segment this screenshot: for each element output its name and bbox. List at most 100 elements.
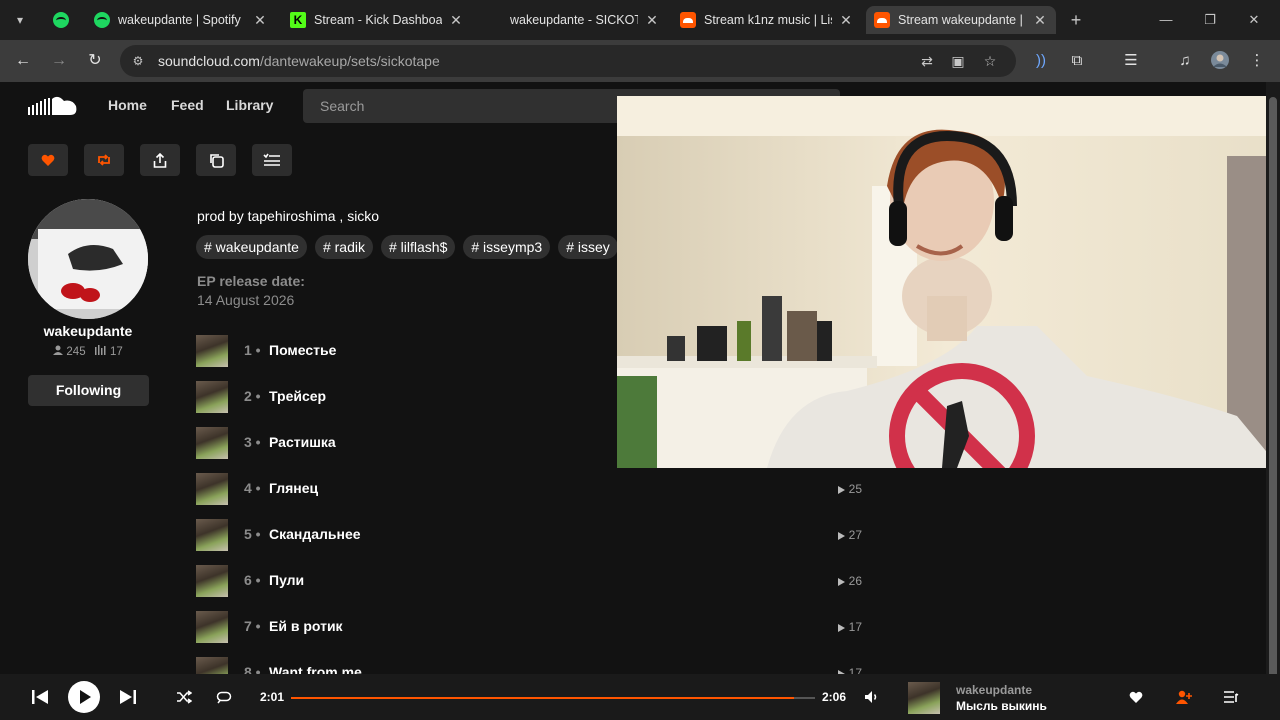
now-playing-title[interactable]: Мысль выкинь xyxy=(956,699,1047,713)
close-icon[interactable]: ✕ xyxy=(1032,12,1048,29)
shuffle-button[interactable] xyxy=(172,685,196,709)
tab-search-chevron-icon[interactable]: ▾ xyxy=(8,8,32,32)
next-track-button[interactable] xyxy=(116,685,140,709)
track-number: 6 • xyxy=(244,572,261,588)
track-artwork[interactable] xyxy=(196,611,228,643)
webcam-video xyxy=(617,96,1280,468)
nav-library[interactable]: Library xyxy=(226,97,273,113)
media-control-icon[interactable]: ♫ xyxy=(1173,50,1197,72)
tag[interactable]: # radik xyxy=(314,235,373,259)
track-title[interactable]: Глянец xyxy=(269,480,318,496)
tab-sickotape[interactable]: wakeupdante - SICKOTAPE ✕ xyxy=(478,6,668,34)
tag[interactable]: # wakeupdante xyxy=(196,235,307,259)
repost-button[interactable] xyxy=(84,144,124,176)
nav-home[interactable]: Home xyxy=(108,97,147,113)
copy-icon xyxy=(209,153,224,168)
tab-wakeupdante-active[interactable]: Stream wakeupdante | Listen ✕ xyxy=(866,6,1056,34)
track-artwork[interactable] xyxy=(196,473,228,505)
tag[interactable]: # lilflash$ xyxy=(381,235,456,259)
address-bar[interactable]: ⚙ soundcloud.com/dantewakeup/sets/sickot… xyxy=(120,45,1016,77)
scrollbar-thumb[interactable] xyxy=(1269,97,1277,692)
restore-icon[interactable]: ❐ xyxy=(1190,8,1230,32)
new-tab-plus-icon[interactable]: + xyxy=(1066,8,1086,32)
track-title[interactable]: Трейсер xyxy=(269,388,326,404)
like-button[interactable] xyxy=(28,144,68,176)
tracks-stat[interactable]: 17 xyxy=(94,345,123,358)
playlist-description: prod by tapehiroshima , sicko xyxy=(197,208,380,224)
track-title[interactable]: Растишка xyxy=(269,434,336,450)
tag[interactable]: # issey xyxy=(558,235,618,259)
play-button[interactable] xyxy=(68,681,100,713)
now-playing-artwork[interactable] xyxy=(908,682,940,714)
user-name[interactable]: wakeupdante xyxy=(28,323,148,339)
track-row[interactable]: 7 • Ей в ротик 17 xyxy=(196,611,862,643)
track-row[interactable]: 4 • Глянец 25 xyxy=(196,473,862,505)
track-artwork[interactable] xyxy=(196,657,228,674)
soundcloud-logo-icon[interactable] xyxy=(28,95,78,117)
play-count: 26 xyxy=(837,574,862,588)
track-number: 5 • xyxy=(244,526,261,542)
track-row[interactable]: 8 • Want from me 17 xyxy=(196,657,862,674)
player-like-button[interactable] xyxy=(1124,685,1148,709)
now-playing-artist[interactable]: wakeupdante xyxy=(956,683,1032,697)
minimize-icon[interactable]: — xyxy=(1146,8,1186,32)
pinned-tab-spotify[interactable] xyxy=(44,6,78,34)
close-icon[interactable]: ✕ xyxy=(252,12,268,29)
track-artwork[interactable] xyxy=(196,427,228,459)
reload-icon[interactable]: ↻ xyxy=(82,48,108,74)
queue-button[interactable] xyxy=(1219,685,1243,709)
url-host: soundcloud.com xyxy=(158,53,260,69)
heart-icon xyxy=(1129,691,1143,703)
back-arrow-icon[interactable]: ← xyxy=(10,48,36,74)
track-artwork[interactable] xyxy=(196,381,228,413)
followers-stat[interactable]: 245 xyxy=(53,345,86,358)
track-artwork[interactable] xyxy=(196,565,228,597)
translate-icon[interactable]: ⇄ xyxy=(917,52,937,70)
track-title[interactable]: Пули xyxy=(269,572,304,588)
nav-feed[interactable]: Feed xyxy=(171,97,204,113)
track-title[interactable]: Want from me xyxy=(269,664,362,674)
follow-artist-button[interactable] xyxy=(1172,685,1196,709)
bookmark-star-icon[interactable]: ☆ xyxy=(980,52,1000,70)
volume-button[interactable] xyxy=(860,685,884,709)
progress-bar[interactable] xyxy=(291,697,815,699)
track-title[interactable]: Поместье xyxy=(269,342,336,358)
track-artwork[interactable] xyxy=(196,335,228,367)
close-icon[interactable]: ✕ xyxy=(448,12,464,29)
install-app-icon[interactable]: ▣ xyxy=(948,52,968,70)
site-settings-icon[interactable]: ⚙ xyxy=(130,53,146,69)
browser-menu-icon[interactable]: ⋮ xyxy=(1245,50,1269,72)
copy-link-button[interactable] xyxy=(196,144,236,176)
following-button[interactable]: Following xyxy=(28,375,149,406)
total-time: 2:06 xyxy=(822,690,847,704)
profile-avatar-icon[interactable] xyxy=(1208,50,1232,72)
audio-playing-icon[interactable]: )) xyxy=(1029,50,1053,72)
window-close-icon[interactable]: ✕ xyxy=(1234,8,1274,32)
play-count-icon xyxy=(837,578,845,586)
tracks-icon xyxy=(94,345,106,355)
tab-kick[interactable]: K Stream - Kick Dashboard ✕ xyxy=(282,6,472,34)
page-scrollbar[interactable] xyxy=(1266,82,1280,692)
track-title[interactable]: Скандальнее xyxy=(269,526,361,542)
close-icon[interactable]: ✕ xyxy=(644,12,660,29)
user-stats: 245 17 xyxy=(28,345,148,358)
tab-spotify[interactable]: wakeupdante | Spotify ✕ xyxy=(86,6,276,34)
avatar[interactable] xyxy=(28,199,148,319)
track-row[interactable]: 6 • Пули 26 xyxy=(196,565,862,597)
add-to-queue-button[interactable] xyxy=(252,144,292,176)
reading-list-icon[interactable]: ☰ xyxy=(1119,50,1143,72)
repeat-button[interactable] xyxy=(212,685,236,709)
close-icon[interactable]: ✕ xyxy=(838,12,854,29)
track-artwork[interactable] xyxy=(196,519,228,551)
tab-k1nz[interactable]: Stream k1nz music | Listen ✕ xyxy=(672,6,862,34)
play-count-icon xyxy=(837,486,845,494)
play-count: 17 xyxy=(837,620,862,634)
forward-arrow-icon[interactable]: → xyxy=(46,48,72,74)
tag[interactable]: # isseymp3 xyxy=(463,235,551,259)
track-title[interactable]: Ей в ротик xyxy=(269,618,343,634)
previous-track-button[interactable] xyxy=(28,685,52,709)
play-count-icon xyxy=(837,624,845,632)
extensions-puzzle-icon[interactable]: ⧉ xyxy=(1065,50,1089,72)
share-button[interactable] xyxy=(140,144,180,176)
track-row[interactable]: 5 • Скандальнее 27 xyxy=(196,519,862,551)
